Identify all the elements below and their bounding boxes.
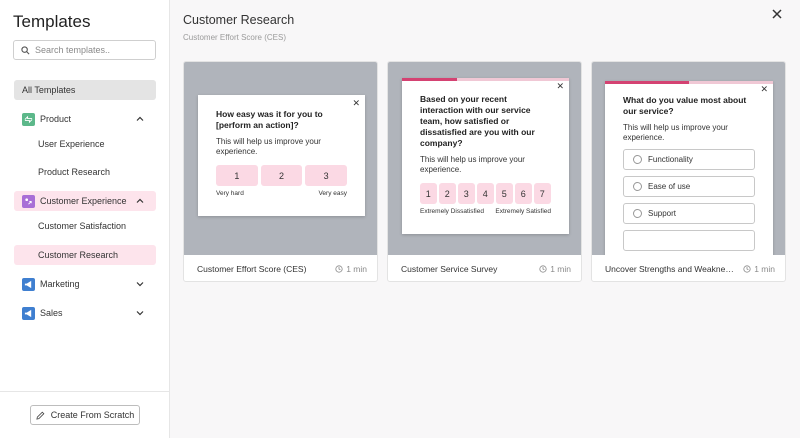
rating-option: 1 bbox=[216, 165, 258, 186]
nav-all-templates[interactable]: All Templates bbox=[14, 80, 156, 100]
scale-low-label: Very hard bbox=[216, 190, 244, 197]
close-icon: ✕ bbox=[556, 81, 564, 91]
card-footer: Customer Service Survey 1 min bbox=[388, 255, 581, 281]
create-button-label: Create From Scratch bbox=[50, 410, 135, 420]
rating-option: 7 bbox=[534, 183, 551, 204]
rating-option: 2 bbox=[260, 165, 303, 186]
chevron-up-icon[interactable] bbox=[135, 196, 145, 206]
rating-scale: 1 2 3 bbox=[216, 165, 348, 186]
rating-option: 6 bbox=[515, 183, 532, 204]
survey-description: This will help us improve your experienc… bbox=[420, 155, 525, 174]
chevron-down-icon[interactable] bbox=[135, 279, 145, 289]
search-input[interactable] bbox=[35, 45, 145, 55]
sidebar-item-user-experience[interactable]: User Experience bbox=[14, 134, 156, 154]
category-customer-experience[interactable]: Customer Experience bbox=[14, 191, 156, 211]
sidebar-item-customer-satisfaction[interactable]: Customer Satisfaction bbox=[14, 216, 156, 236]
card-title: Customer Service Survey bbox=[401, 264, 498, 274]
card-footer: Customer Effort Score (CES) 1 min bbox=[184, 255, 377, 281]
product-icon bbox=[22, 112, 35, 126]
search-icon bbox=[21, 45, 30, 54]
page-title: Customer Research bbox=[183, 13, 295, 27]
category-product[interactable]: Product bbox=[14, 109, 156, 129]
category-marketing[interactable]: Marketing bbox=[14, 274, 156, 294]
duration: 1 min bbox=[335, 264, 367, 274]
radio-icon bbox=[633, 155, 642, 164]
duration: 1 min bbox=[539, 264, 571, 274]
survey-preview-modal: ✕ What do you value most about our servi… bbox=[605, 81, 773, 255]
survey-question: Based on your recent interaction with ou… bbox=[420, 94, 535, 148]
create-from-scratch-button[interactable]: Create From Scratch bbox=[30, 405, 140, 425]
chevron-up-icon[interactable] bbox=[135, 114, 145, 124]
duration: 1 min bbox=[743, 264, 775, 274]
card-preview: ✕ Based on your recent interaction with … bbox=[388, 62, 581, 255]
duration-text: 1 min bbox=[550, 264, 571, 274]
clock-icon bbox=[539, 265, 547, 273]
card-footer: Uncover Strengths and Weaknesses 1 min bbox=[592, 255, 785, 281]
progress-bar bbox=[402, 78, 569, 81]
choice-label: Functionality bbox=[648, 155, 693, 164]
card-title: Uncover Strengths and Weaknesses bbox=[605, 264, 738, 274]
survey-description: This will help us improve your experienc… bbox=[623, 123, 728, 142]
close-icon: ✕ bbox=[352, 98, 360, 108]
megaphone-icon bbox=[22, 306, 35, 320]
card-preview: ✕ How easy was it for you to [perform an… bbox=[184, 62, 377, 255]
rating-option: 1 bbox=[420, 183, 437, 204]
choice-option: Support bbox=[623, 203, 755, 224]
card-title: Customer Effort Score (CES) bbox=[197, 264, 307, 274]
close-icon[interactable] bbox=[769, 6, 785, 22]
clock-icon bbox=[743, 265, 751, 273]
card-preview: ✕ What do you value most about our servi… bbox=[592, 62, 785, 255]
category-label: Product bbox=[40, 114, 72, 124]
survey-description: This will help us improve your experienc… bbox=[216, 137, 321, 156]
survey-preview-modal: ✕ Based on your recent interaction with … bbox=[402, 78, 569, 234]
scale-low-label: Extremely Dissatisfied bbox=[420, 208, 484, 215]
sidebar: Templates All Templates Product User Exp… bbox=[0, 0, 170, 438]
survey-question: How easy was it for you to [perform an a… bbox=[216, 109, 323, 130]
template-card-uncover-strengths[interactable]: ✕ What do you value most about our servi… bbox=[591, 61, 786, 282]
survey-question: What do you value most about our service… bbox=[623, 95, 747, 116]
category-label: Customer Experience bbox=[40, 196, 127, 206]
rating-option: 3 bbox=[305, 165, 348, 186]
main-panel: Customer Research Customer Effort Score … bbox=[170, 0, 800, 438]
choice-option bbox=[623, 230, 755, 251]
rating-option: 3 bbox=[458, 183, 475, 204]
radio-icon bbox=[633, 209, 642, 218]
rating-option: 5 bbox=[496, 183, 513, 204]
chevron-down-icon[interactable] bbox=[135, 308, 145, 318]
megaphone-icon bbox=[22, 277, 35, 291]
choice-option: Ease of use bbox=[623, 176, 755, 197]
choice-option: Functionality bbox=[623, 149, 755, 170]
sidebar-item-customer-research[interactable]: Customer Research bbox=[14, 245, 156, 265]
scale-high-label: Extremely Satisfied bbox=[495, 208, 551, 215]
scale-high-label: Very easy bbox=[318, 190, 347, 197]
sidebar-title: Templates bbox=[13, 12, 91, 31]
progress-bar bbox=[605, 81, 773, 84]
close-icon: ✕ bbox=[760, 84, 768, 94]
pencil-icon bbox=[36, 411, 45, 420]
category-label: Sales bbox=[40, 308, 63, 318]
clock-icon bbox=[335, 265, 343, 273]
rating-option: 2 bbox=[439, 183, 456, 204]
sidebar-footer: Create From Scratch bbox=[0, 391, 170, 438]
radio-icon bbox=[633, 182, 642, 191]
choice-label: Ease of use bbox=[648, 182, 691, 191]
scale-labels: Very hard Very easy bbox=[216, 190, 347, 197]
sidebar-item-product-research[interactable]: Product Research bbox=[14, 162, 156, 182]
category-sales[interactable]: Sales bbox=[14, 303, 156, 323]
survey-preview-modal: ✕ How easy was it for you to [perform an… bbox=[198, 95, 365, 216]
template-card-customer-service-survey[interactable]: ✕ Based on your recent interaction with … bbox=[387, 61, 582, 282]
duration-text: 1 min bbox=[754, 264, 775, 274]
duration-text: 1 min bbox=[346, 264, 367, 274]
customer-experience-icon bbox=[22, 194, 35, 208]
category-label: Marketing bbox=[40, 279, 80, 289]
scale-labels: Extremely Dissatisfied Extremely Satisfi… bbox=[420, 208, 551, 215]
rating-option: 4 bbox=[477, 183, 494, 204]
page-subtitle: Customer Effort Score (CES) bbox=[183, 33, 286, 42]
template-card-ces[interactable]: ✕ How easy was it for you to [perform an… bbox=[183, 61, 378, 282]
choice-label: Support bbox=[648, 209, 677, 218]
search-box[interactable] bbox=[13, 40, 156, 60]
rating-scale: 1 2 3 4 5 6 7 bbox=[420, 183, 551, 204]
